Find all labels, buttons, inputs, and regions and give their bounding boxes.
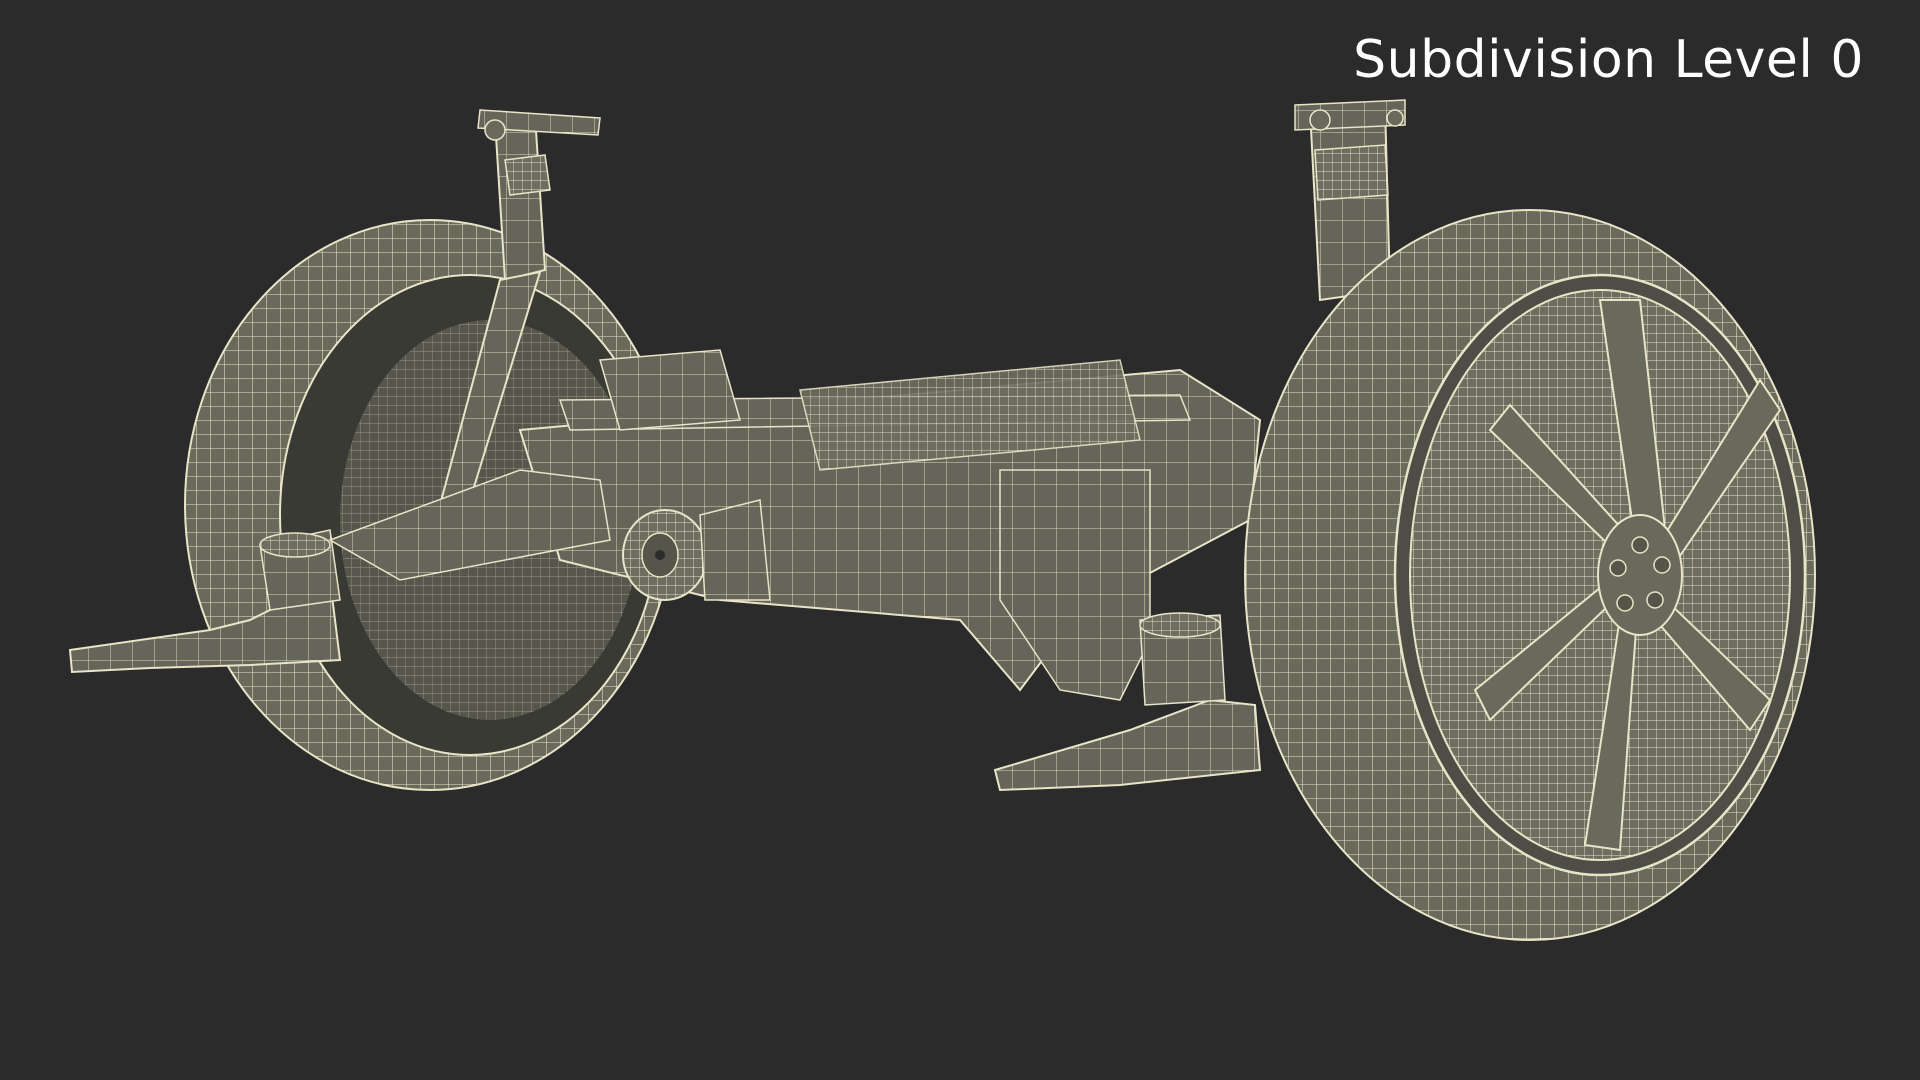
render-viewport: Subdivision Level 0 <box>0 0 1920 1080</box>
suspension-wireframe-model <box>68 99 1816 941</box>
right-rim <box>1409 289 1791 861</box>
subdivision-level-label: Subdivision Level 0 <box>1353 30 1864 90</box>
